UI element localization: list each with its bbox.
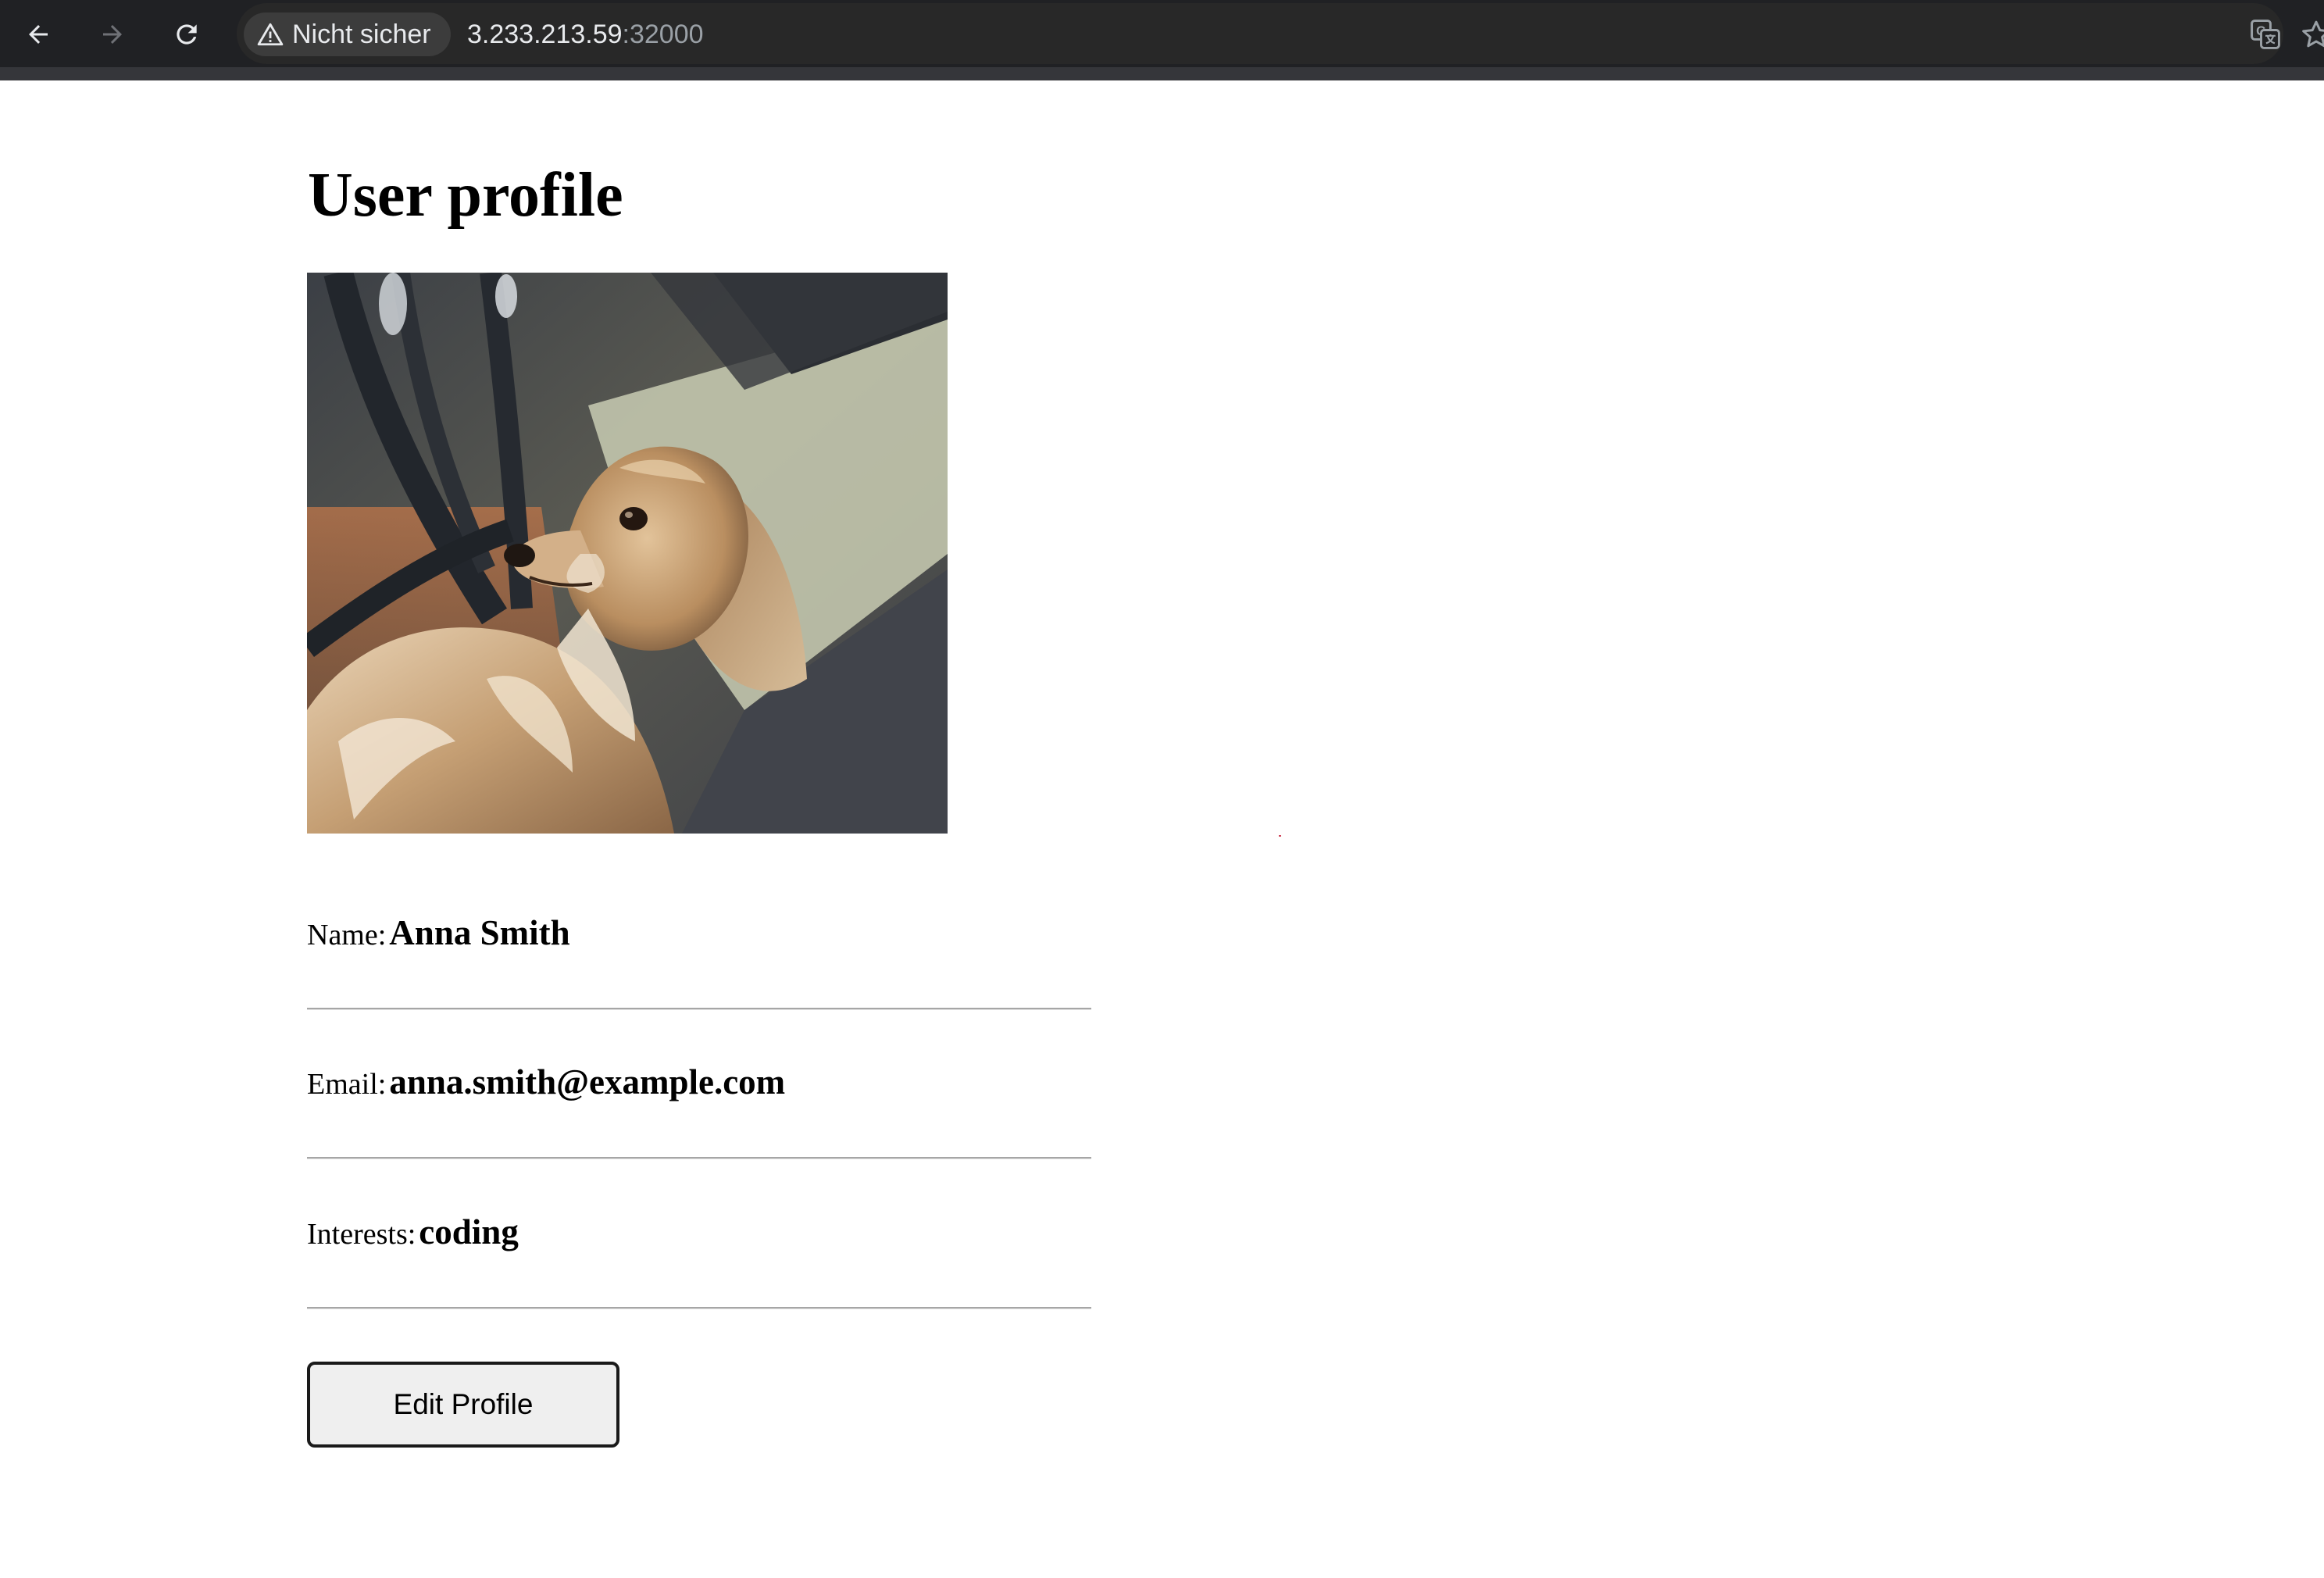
name-value: Anna Smith (389, 913, 570, 952)
url-port: :32000 (622, 20, 704, 49)
stray-pixel (1279, 835, 1281, 837)
field-divider (307, 1157, 1091, 1159)
edit-profile-button[interactable]: Edit Profile (307, 1362, 619, 1448)
profile-field-name: Name: Anna Smith (307, 862, 1091, 1010)
warning-triangle-icon (255, 19, 286, 50)
security-label: Nicht sicher (292, 19, 431, 49)
page-title: User profile (308, 161, 623, 230)
email-value: anna.smith@example.com (389, 1062, 786, 1101)
interests-label: Interests: (307, 1218, 416, 1251)
field-divider (307, 1008, 1091, 1010)
star-icon (2301, 19, 2324, 54)
back-button[interactable] (16, 14, 61, 55)
profile-photo (307, 273, 948, 834)
email-label: Email: (307, 1068, 387, 1101)
reload-button[interactable] (164, 14, 209, 55)
arrow-left-icon (24, 20, 52, 48)
browser-toolbar: Nicht sicher 3.233.213.59:32000 G (0, 0, 2324, 80)
field-divider (307, 1307, 1091, 1309)
translate-button[interactable]: G (2244, 14, 2287, 58)
arrow-right-icon (98, 20, 127, 48)
reload-icon (172, 20, 202, 49)
toolbar-bottom-strip (0, 67, 2324, 80)
name-label: Name: (307, 919, 387, 951)
profile-field-interests: Interests: coding (307, 1161, 1091, 1309)
forward-button[interactable] (90, 14, 135, 55)
url-host: 3.233.213.59 (467, 20, 623, 49)
security-indicator[interactable]: Nicht sicher (244, 12, 451, 56)
url-text[interactable]: 3.233.213.59:32000 (467, 16, 704, 53)
translate-icon: G (2248, 17, 2283, 55)
bookmark-button[interactable] (2301, 14, 2324, 58)
interests-value: coding (419, 1212, 519, 1251)
profile-field-email: Email: anna.smith@example.com (307, 1011, 1091, 1159)
